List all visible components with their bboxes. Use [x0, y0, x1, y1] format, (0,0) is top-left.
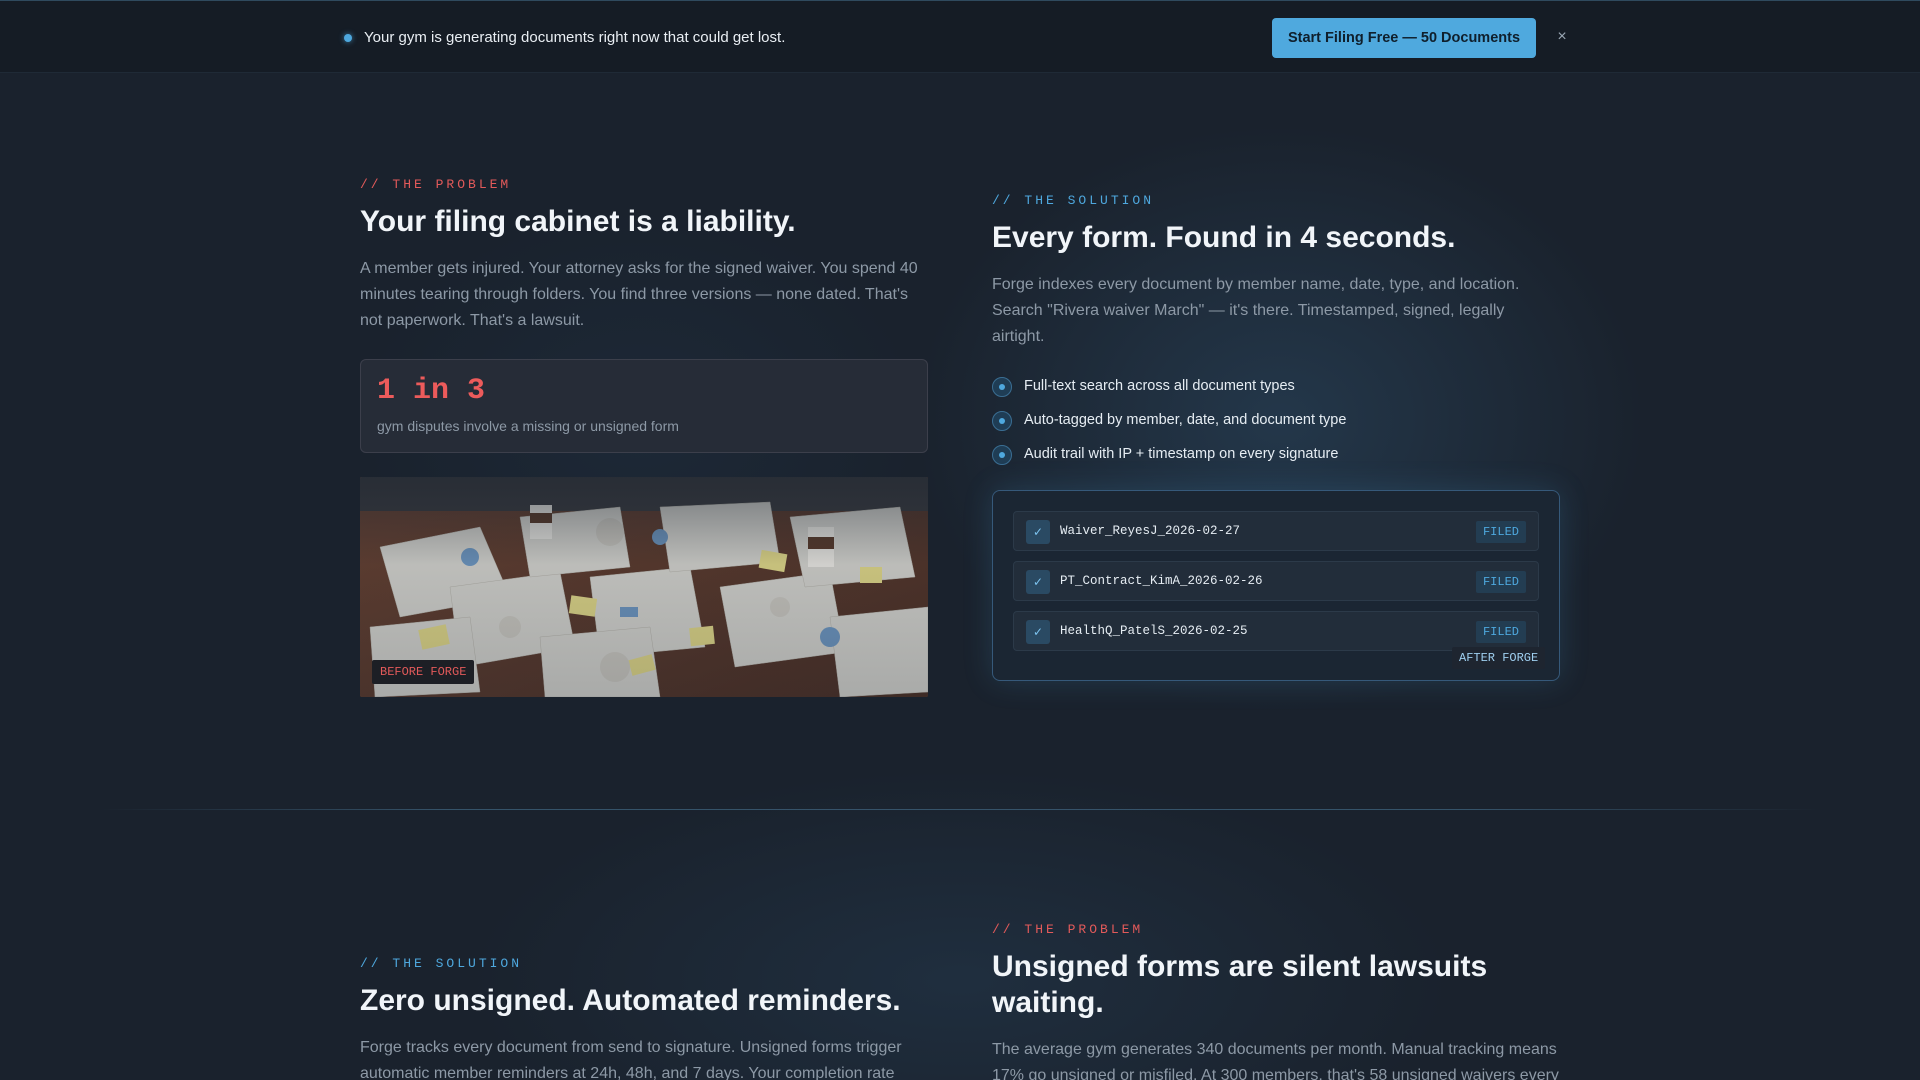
solution-eyebrow: // THE SOLUTION [992, 193, 1155, 208]
stat-callout: 1 in 3 gym disputes involve a missing or… [360, 359, 928, 453]
problem-heading: Your filing cabinet is a liability. [360, 205, 796, 238]
solution-body: Forge indexes every document by member n… [992, 276, 1520, 345]
problem-body: The average gym generates 340 documents … [992, 1041, 1559, 1080]
check-icon: ✓ [1026, 570, 1050, 594]
solution-body: Forge tracks every document from send to… [360, 1039, 902, 1080]
problem-heading-line1: Unsigned forms are silent lawsuits [992, 950, 1488, 983]
background-glow [0, 0, 1920, 1080]
announcement-banner: Your gym is generating documents right n… [0, 0, 1920, 73]
status-badge: FILED [1475, 521, 1526, 543]
problem-body: A member gets injured. Your attorney ask… [360, 260, 918, 329]
radio-dot-icon [992, 411, 1012, 431]
radio-dot-icon [992, 377, 1012, 397]
problem-heading-line2: waiting. [992, 986, 1104, 1019]
problem-eyebrow: // THE PROBLEM [992, 922, 1144, 937]
file-name: Waiver_ReyesJ_2026-02-27 [1060, 524, 1241, 538]
status-badge: FILED [1475, 621, 1526, 643]
radio-dot-icon [992, 445, 1012, 465]
solution-eyebrow: // THE SOLUTION [360, 956, 523, 971]
check-icon: ✓ [1026, 620, 1050, 644]
file-name: PT_Contract_KimA_2026-02-26 [1060, 574, 1263, 588]
after-forge-tag: AFTER FORGE [1452, 647, 1546, 669]
solution-heading: Every form. Found in 4 seconds. [992, 221, 1456, 254]
close-icon[interactable]: × [1553, 26, 1571, 48]
problem-eyebrow: // THE PROBLEM [360, 177, 512, 192]
feature-label: Auto-tagged by member, date, and documen… [1024, 412, 1347, 428]
before-forge-tag: BEFORE FORGE [372, 660, 475, 684]
status-dot-icon [344, 34, 352, 42]
solution-heading: Zero unsigned. Automated reminders. [360, 984, 901, 1017]
feature-label: Audit trail with IP + timestamp on every… [1024, 446, 1339, 462]
banner-message: Your gym is generating documents right n… [364, 29, 786, 46]
status-badge: FILED [1475, 571, 1526, 593]
start-filing-button[interactable]: Start Filing Free — 50 Documents [1272, 18, 1536, 58]
file-name: HealthQ_PatelS_2026-02-25 [1060, 624, 1248, 638]
feature-label: Full-text search across all document typ… [1024, 378, 1295, 394]
stat-caption: gym disputes involve a missing or unsign… [377, 418, 679, 434]
stat-value: 1 in 3 [377, 374, 486, 408]
section-divider [100, 809, 1820, 810]
file-row[interactable]: ✓ PT_Contract_KimA_2026-02-26 FILED [1013, 561, 1539, 601]
check-icon: ✓ [1026, 520, 1050, 544]
file-row[interactable]: ✓ Waiver_ReyesJ_2026-02-27 FILED [1013, 511, 1539, 551]
file-row[interactable]: ✓ HealthQ_PatelS_2026-02-25 FILED [1013, 611, 1539, 651]
